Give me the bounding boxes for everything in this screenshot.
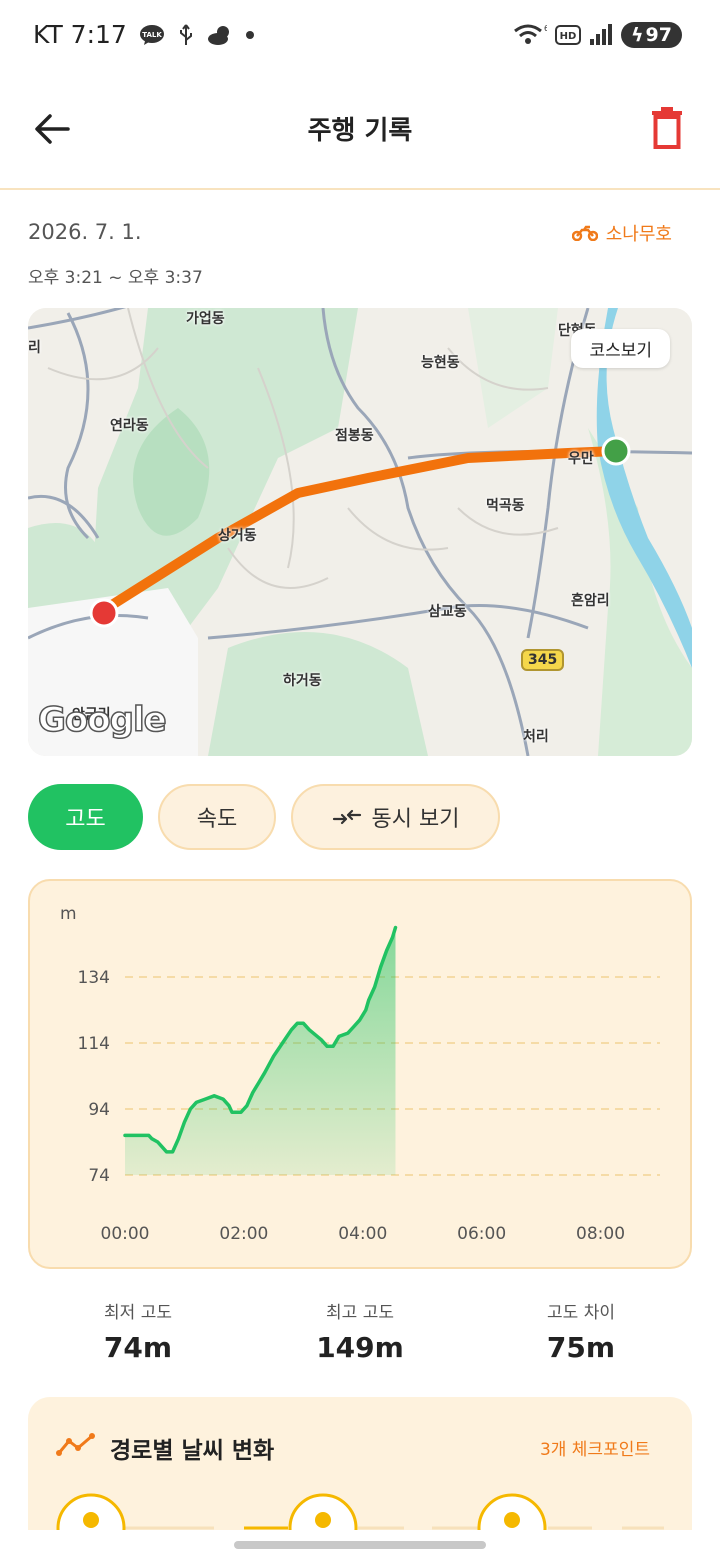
map-label: 능현동 <box>421 355 460 371</box>
route-map[interactable]: 가업동 능현동 연라동 점봉동 우만 먹곡동 상거동 삼교동 흔암리 하거동 처… <box>28 308 692 756</box>
route-number-badge: 345 <box>521 649 565 671</box>
map-label: 가업동 <box>186 311 225 327</box>
compare-arrows-icon <box>332 809 361 825</box>
stat-label: 고도 차이 <box>547 1303 615 1323</box>
y-tick-label: 94 <box>88 1100 110 1120</box>
stat-altitude-diff: 고도 차이 75m <box>481 1298 681 1364</box>
motorcycle-icon <box>571 225 598 241</box>
weather-title: 경로별 날씨 변화 <box>110 1438 275 1464</box>
trend-line-icon <box>56 1433 95 1456</box>
talk-badge-text: TALK <box>142 31 162 39</box>
weather-status-icon <box>207 24 233 46</box>
map-label: 먹곡동 <box>486 498 525 514</box>
charging-icon: ϟ <box>631 24 644 46</box>
altitude-stats: 최저 고도 74m 최고 고도 149m 고도 차이 75m <box>28 1298 692 1368</box>
ride-time-range: 오후 3:21 ~ 오후 3:37 <box>28 268 203 288</box>
x-tick-label: 08:00 <box>576 1224 625 1244</box>
map-canvas <box>28 308 692 756</box>
checkpoint-count[interactable]: 3개 체크포인트 <box>540 1435 650 1460</box>
ride-date: 2026. 7. 1. <box>28 220 142 244</box>
stat-min-altitude: 최저 고도 74m <box>38 1298 238 1364</box>
altitude-area <box>125 927 396 1175</box>
x-tick-label: 02:00 <box>219 1224 268 1244</box>
map-label: 처리 <box>523 729 549 745</box>
map-label: 우만 <box>568 451 594 467</box>
kakaotalk-icon: TALK <box>139 24 165 46</box>
tab-both[interactable]: 동시 보기 <box>291 784 500 850</box>
vehicle-name: 소나무호 <box>605 224 672 245</box>
battery-indicator: ϟ 97 <box>621 22 682 48</box>
map-label: 연라동 <box>110 418 149 434</box>
hd-icon: HD <box>555 24 581 46</box>
map-label: 점봉동 <box>335 428 374 444</box>
signal-icon <box>589 24 613 46</box>
weather-timeline <box>56 1493 664 1530</box>
vehicle-tag[interactable]: 소나무호 <box>571 220 672 246</box>
map-label: 상거동 <box>218 528 257 544</box>
y-tick-label: 134 <box>78 968 110 988</box>
map-label: 리 <box>28 340 41 356</box>
status-left: KT 7:17 TALK <box>33 20 255 49</box>
stat-label: 최저 고도 <box>104 1303 172 1323</box>
tab-altitude[interactable]: 고도 <box>28 784 143 850</box>
wifi-icon: 6 <box>513 23 547 47</box>
gesture-nav-bar[interactable] <box>234 1541 486 1549</box>
stat-value: 74m <box>103 1331 173 1364</box>
stat-value: 149m <box>316 1331 404 1364</box>
svg-text:6: 6 <box>544 24 547 33</box>
altitude-chart-svg: m 134 114 94 74 00:00 02:00 04:00 06:00 08:00 <box>60 904 660 1244</box>
x-tick-label: 00:00 <box>101 1224 150 1244</box>
battery-level: 97 <box>645 24 672 46</box>
trash-icon <box>652 107 682 149</box>
map-label: 하거동 <box>283 673 322 689</box>
stat-max-altitude: 최고 고도 149m <box>260 1298 460 1364</box>
y-tick-label: 114 <box>78 1034 110 1054</box>
sun-icon <box>477 1493 547 1530</box>
tab-both-label: 동시 보기 <box>371 807 460 832</box>
page-title: 주행 기록 <box>307 116 413 146</box>
svg-text:HD: HD <box>560 31 577 42</box>
status-right: 6 HD ϟ 97 <box>513 22 682 48</box>
y-axis-unit: m <box>60 904 77 924</box>
usb-icon <box>177 23 195 47</box>
x-tick-label: 06:00 <box>457 1224 506 1244</box>
x-tick-label: 04:00 <box>338 1224 387 1244</box>
app-header: 주행 기록 <box>0 72 720 190</box>
stat-value: 75m <box>546 1331 616 1364</box>
view-course-button[interactable]: 코스보기 <box>571 329 670 368</box>
status-bar: KT 7:17 TALK 6 HD ϟ 97 <box>0 0 720 72</box>
altitude-chart: m 134 114 94 74 00:00 02:00 04:00 06:00 08:00 <box>28 879 692 1269</box>
delete-button[interactable] <box>650 106 684 150</box>
y-tick-label: 74 <box>88 1166 110 1186</box>
stat-label: 최고 고도 <box>326 1303 394 1323</box>
google-logo: Google <box>37 699 167 741</box>
sun-icon <box>56 1493 126 1530</box>
sun-icon <box>288 1493 358 1530</box>
notification-dot-icon <box>245 30 255 40</box>
map-label: 흔암리 <box>571 593 610 609</box>
carrier-time: KT 7:17 <box>33 20 127 49</box>
tab-speed[interactable]: 속도 <box>158 784 276 850</box>
weather-card: 경로별 날씨 변화 3개 체크포인트 <box>28 1397 692 1530</box>
map-label: 삼교동 <box>428 604 467 620</box>
